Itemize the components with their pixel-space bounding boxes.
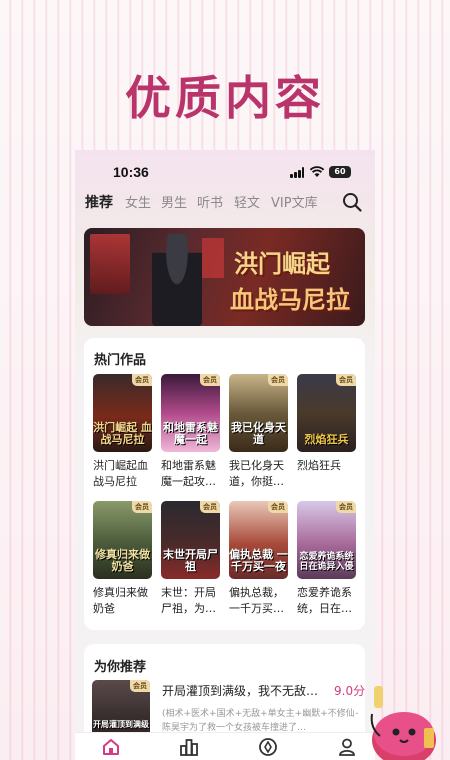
book-title: 末世：开局尸祖，为… (161, 586, 216, 615)
book-item[interactable]: 会员 和地雷系魅魔一起 和地雷系魅魔一起攻… (161, 374, 221, 490)
book-cover: 会员 和地雷系魅魔一起 (161, 374, 220, 452)
cover-text: 烈焰狂兵 (304, 432, 349, 446)
book-cover: 会员 烈焰狂兵 (297, 374, 356, 452)
vip-badge: 会员 (268, 501, 288, 513)
signal-icon (290, 167, 304, 178)
banner-character (152, 234, 202, 326)
book-cover: 会员 末世开局尸祖 (161, 501, 220, 579)
book-cover: 会员 洪门崛起 血战马尼拉 (93, 374, 152, 452)
bottom-tab-bar (75, 732, 375, 760)
book-title: 恋爱养诡系统，日在… (297, 586, 352, 615)
cover-text: 开局灌顶到满级 (93, 720, 149, 730)
book-item[interactable]: 会员 末世开局尸祖 末世：开局尸祖，为… (161, 501, 221, 617)
tab-light-novel[interactable]: 轻文 (234, 192, 260, 211)
book-title[interactable]: 开局灌顶到满级，我不无敌… (162, 682, 327, 699)
banner-title-line2: 血战马尼拉 (230, 285, 350, 314)
vip-badge: 会员 (200, 501, 220, 513)
book-title: 烈焰狂兵 (297, 459, 341, 472)
book-title: 我已化身天道，你挺… (229, 459, 284, 488)
cover-text: 我已化身天道 (231, 420, 286, 446)
vip-badge: 会员 (268, 374, 288, 386)
book-item[interactable]: 会员 烈焰狂兵 烈焰狂兵 (297, 374, 357, 490)
banner-title-line1: 洪门崛起 (234, 249, 330, 278)
home-icon[interactable] (101, 737, 121, 757)
section-title: 热门作品 (94, 353, 147, 368)
book-title: 修真归来做奶爸 (93, 586, 148, 615)
featured-banner[interactable]: 洪门崛起 血战马尼拉 (84, 228, 365, 326)
tab-recommend[interactable]: 推荐 (85, 192, 113, 212)
vip-badge: 会员 (336, 374, 356, 386)
book-cover: 会员 恋爱养诡系统 日在诡异入侵 (297, 501, 356, 579)
book-score: 9.0分 (334, 684, 366, 698)
tab-vip-library[interactable]: VIP文库 (271, 192, 318, 211)
cover-text: 修真归来做奶爸 (95, 547, 150, 573)
book-item[interactable]: 会员 我已化身天道 我已化身天道，你挺… (229, 374, 289, 490)
tab-male[interactable]: 男生 (161, 192, 187, 211)
banner-neon-sign (90, 234, 130, 294)
book-cover: 会员 偏执总裁 一千万买一夜 (229, 501, 288, 579)
hot-works-section: 热门作品 会员 洪门崛起 血战马尼拉 洪门崛起血战马尼拉 会员 和地雷系魅魔一起… (84, 338, 365, 630)
vip-badge: 会员 (200, 374, 220, 386)
book-item[interactable]: 会员 偏执总裁 一千万买一夜 偏执总裁，一千万买… (229, 501, 289, 617)
status-bar: 10:36 60 (75, 164, 375, 184)
banner-neon-sign (202, 238, 224, 278)
wifi-icon (309, 166, 325, 177)
battery-icon: 60 (329, 166, 351, 178)
profile-icon[interactable] (337, 737, 357, 757)
book-cover: 会员 修真归来做奶爸 (93, 501, 152, 579)
phone-screen: 10:36 60 推荐 女生 男生 听书 轻文 VIP文库 洪门崛起 血战马尼拉… (75, 150, 375, 760)
vip-badge: 会员 (336, 501, 356, 513)
book-tags: (相术+医术+国术+无敌+单女主+幽默+不修仙+非高武) (162, 709, 358, 719)
category-tabs: 推荐 女生 男生 听书 轻文 VIP文库 (85, 192, 365, 214)
book-item[interactable]: 会员 修真归来做奶爸 修真归来做奶爸 (93, 501, 153, 617)
cover-text: 恋爱养诡系统 日在诡异入侵 (299, 552, 354, 573)
book-cover: 会员 我已化身天道 (229, 374, 288, 452)
book-item[interactable]: 会员 洪门崛起 血战马尼拉 洪门崛起血战马尼拉 (93, 374, 153, 490)
promo-headline: 优质内容 (125, 71, 325, 125)
book-title: 洪门崛起血战马尼拉 (93, 459, 148, 488)
tab-female[interactable]: 女生 (125, 192, 151, 211)
mascot-illustration (370, 686, 436, 760)
discover-icon[interactable] (258, 737, 278, 757)
status-time: 10:36 (113, 164, 149, 180)
vip-badge: 会员 (130, 680, 150, 692)
book-title: 和地雷系魅魔一起攻… (161, 459, 216, 488)
cover-text: 洪门崛起 血战马尼拉 (93, 420, 152, 446)
vip-badge: 会员 (132, 374, 152, 386)
book-item[interactable]: 会员 恋爱养诡系统 日在诡异入侵 恋爱养诡系统，日在… (297, 501, 357, 617)
ranking-icon[interactable] (179, 737, 199, 757)
section-title: 为你推荐 (94, 660, 147, 675)
search-icon[interactable] (342, 192, 362, 212)
cover-text: 末世开局尸祖 (163, 547, 218, 573)
cover-text: 偏执总裁 一千万买一夜 (229, 547, 288, 573)
book-title: 偏执总裁，一千万买… (229, 586, 284, 615)
vip-badge: 会员 (132, 501, 152, 513)
cover-text: 和地雷系魅魔一起 (163, 420, 218, 446)
tab-audiobook[interactable]: 听书 (197, 192, 223, 211)
